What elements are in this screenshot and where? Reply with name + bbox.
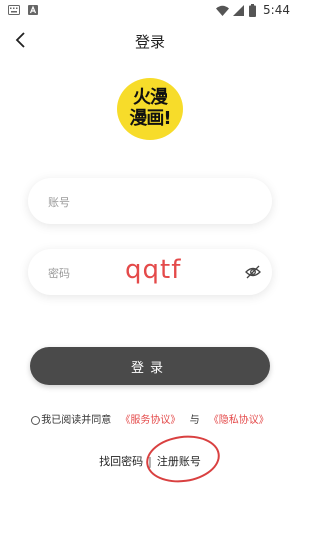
service-agreement-link[interactable]: 《服务协议》 <box>120 415 180 426</box>
agreement-row: 我已阅读并同意 《服务协议》 与 《隐私协议》 <box>0 411 300 426</box>
forgot-password-link[interactable]: 找回密码 <box>99 455 143 468</box>
account-field <box>28 178 272 226</box>
wifi-icon <box>216 5 229 16</box>
status-time: 5:44 <box>263 3 290 17</box>
password-annotation: qqtf <box>125 255 182 285</box>
page-title: 登录 <box>134 33 165 51</box>
keyboard-icon <box>8 5 20 15</box>
logo-text-line2: 漫画! <box>129 108 171 129</box>
agreement-conjunction: 与 <box>189 415 200 426</box>
header: 登录 <box>0 22 300 58</box>
logo-text-line1: 火漫 <box>133 87 168 108</box>
status-bar: 5:44 <box>0 0 300 22</box>
highlight-circle-annotation <box>143 431 223 487</box>
login-button[interactable]: 登录 <box>30 347 270 385</box>
battery-icon <box>249 4 256 17</box>
app-logo: 火漫 漫画! <box>117 78 183 140</box>
agreement-prefix: 我已阅读并同意 <box>41 415 112 426</box>
account-input[interactable] <box>46 178 230 226</box>
signal-icon <box>233 5 244 16</box>
agree-radio[interactable] <box>31 415 41 425</box>
eye-hidden-icon[interactable] <box>244 263 262 281</box>
privacy-agreement-link[interactable]: 《隐私协议》 <box>209 415 269 426</box>
a-icon <box>28 5 38 15</box>
